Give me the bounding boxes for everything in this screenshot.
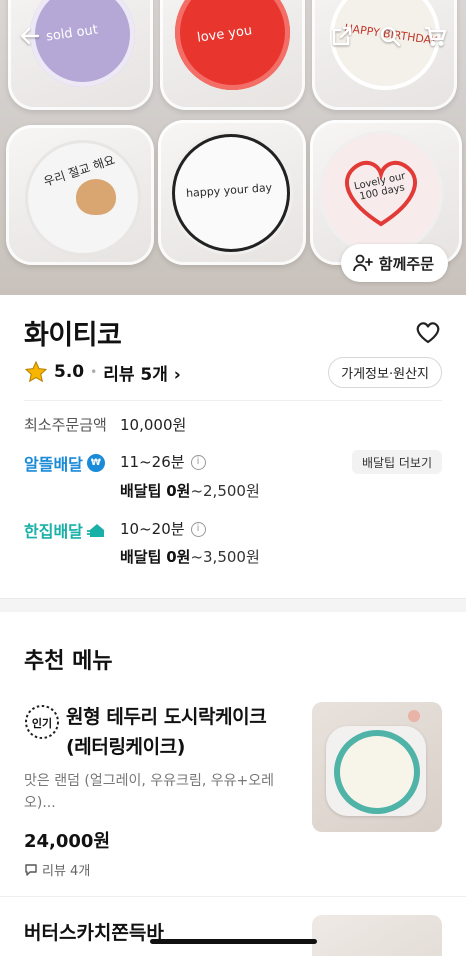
cart-button[interactable]	[418, 18, 454, 54]
house-speed-icon	[86, 524, 104, 537]
together-order-label: 함께주문	[378, 254, 434, 273]
single-delivery-label: 한집배달	[24, 518, 109, 542]
divider	[0, 896, 466, 897]
economy-delivery-text: 알뜰배달	[24, 455, 83, 474]
back-arrow-icon	[20, 27, 40, 45]
home-indicator[interactable]	[150, 939, 317, 944]
economy-delivery-label: 알뜰배달 ₩	[24, 451, 105, 475]
menu-item-name[interactable]: 버터스카치쫀득바	[24, 918, 164, 945]
review-count-label: 리뷰 5개	[103, 364, 168, 385]
store-info-button[interactable]: 가게정보·원산지	[328, 357, 442, 388]
economy-delivery-tip: 배달팁 0원~2,500원	[120, 480, 260, 501]
bear-drawing	[76, 179, 116, 215]
cake-heart: Lovely our 100 days	[322, 134, 440, 252]
single-delivery-text: 한집배달	[24, 522, 83, 541]
store-name: 화이티코	[24, 320, 122, 351]
single-delivery-time: 10~20분 i	[120, 518, 206, 539]
menu-item-price: 24,000원	[24, 831, 111, 852]
rating-value: 5.0	[54, 362, 85, 382]
menu-item-description: 맛은 랜덤 (얼그레이, 우유크림, 우유+오레오)...	[24, 773, 274, 811]
favorite-heart-icon[interactable]	[414, 318, 442, 346]
share-icon	[332, 26, 352, 46]
menu-item-photo	[312, 702, 442, 832]
tip-prefix: 배달팁	[120, 482, 162, 500]
menu-item[interactable]: 인기 원형 테두리 도시락케이크 (레터링케이크) 맛은 랜덤 (얼그레이, 우…	[0, 690, 466, 890]
together-order-button[interactable]: 함께주문	[340, 244, 448, 282]
cake-lettering: happy your day	[185, 181, 273, 200]
separator-dot: •	[90, 365, 98, 379]
min-order-value: 10,000원	[120, 416, 187, 434]
cake-teal-border	[340, 736, 414, 808]
menu-item-review-count: 리뷰 4개	[24, 860, 90, 879]
info-icon[interactable]: i	[190, 522, 206, 537]
section-separator	[0, 598, 466, 612]
menu-item-name: 원형 테두리 도시락케이크 (레터링케이크)	[66, 706, 267, 758]
delivery-tip-more-button[interactable]: 배달팁 더보기	[351, 450, 442, 474]
flower-decoration	[408, 710, 420, 722]
tip-prefix: 배달팁	[120, 548, 162, 566]
delivery-time-text: 11~26분	[120, 453, 185, 471]
back-button[interactable]	[12, 18, 48, 54]
info-icon[interactable]: i	[190, 455, 206, 470]
share-button[interactable]	[324, 18, 360, 54]
popular-badge: 인기	[24, 704, 60, 740]
add-person-icon	[352, 254, 373, 272]
cake-monochrome: happy your day	[172, 134, 290, 252]
cart-icon	[424, 26, 447, 47]
review-count-text: 리뷰 4개	[42, 864, 91, 879]
top-navigation-bar	[0, 18, 466, 58]
menu-item-photo	[312, 915, 442, 956]
review-count-link[interactable]: 리뷰 5개 ›	[103, 360, 181, 385]
tip-max: ~2,500원	[190, 482, 260, 500]
min-order-label: 최소주문금액	[24, 416, 107, 434]
tip-min: 0원	[166, 548, 191, 566]
tip-min: 0원	[166, 482, 191, 500]
store-hero-photo: sold out love you HAPPY BIRTHDAY 우리 절교 해…	[0, 0, 466, 295]
rating-row: 5.0 • 리뷰 5개 ›	[24, 358, 181, 386]
single-delivery-tip: 배달팁 0원~3,500원	[120, 546, 260, 567]
cake-bear: 우리 절교 해요	[28, 143, 138, 253]
speech-bubble-icon	[25, 863, 37, 876]
star-icon	[24, 360, 48, 383]
popular-badge-label: 인기	[31, 717, 53, 730]
tip-max: ~3,500원	[190, 548, 260, 566]
cake-box: happy your day	[158, 120, 306, 265]
search-icon	[380, 26, 401, 47]
economy-delivery-icon: ₩	[86, 454, 105, 472]
search-button[interactable]	[372, 18, 408, 54]
cake-box: 우리 절교 해요	[6, 125, 154, 265]
economy-delivery-time: 11~26분 i	[120, 451, 206, 472]
chevron-right-icon: ›	[173, 364, 181, 385]
divider	[24, 400, 442, 401]
delivery-time-text: 10~20분	[120, 520, 185, 538]
recommended-menu-title: 추천 메뉴	[24, 649, 113, 674]
